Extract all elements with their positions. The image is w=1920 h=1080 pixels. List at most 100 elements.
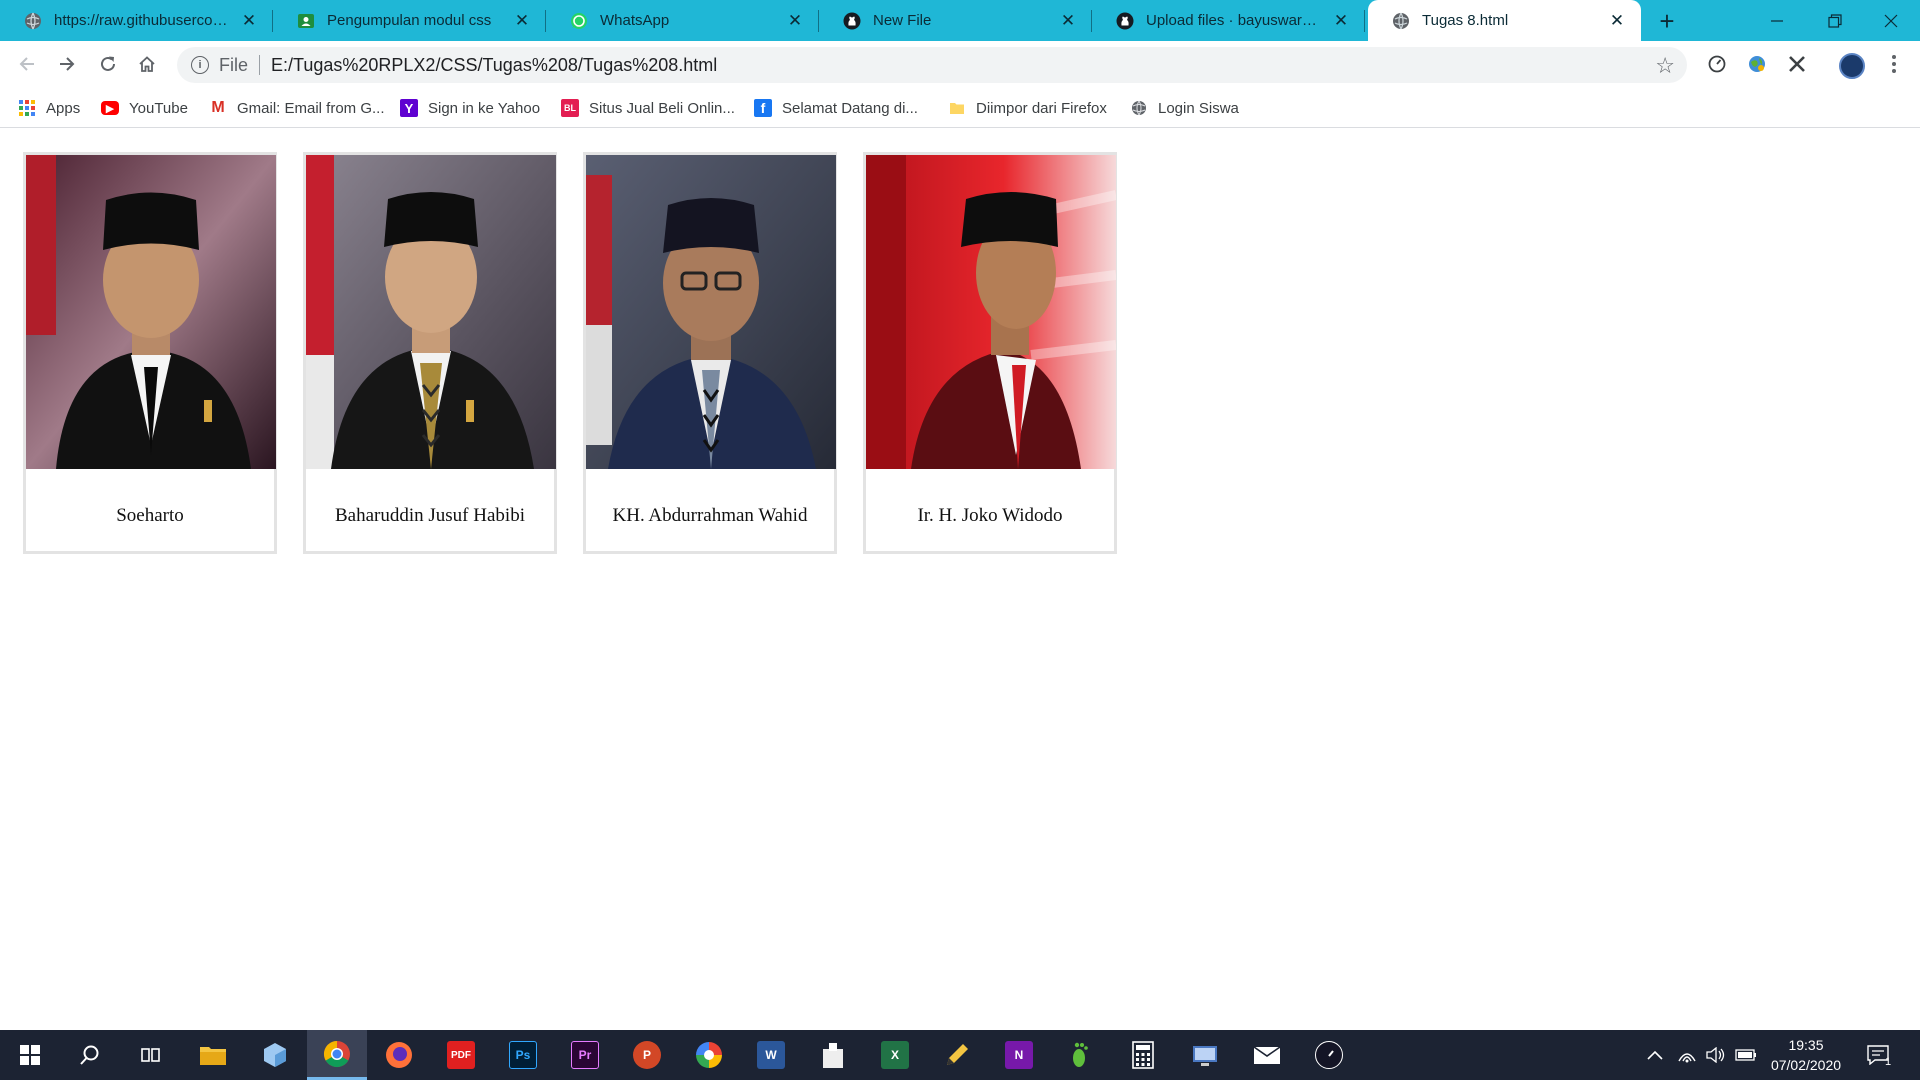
star-icon[interactable]: ☆ [1655, 53, 1675, 79]
taskbar-calculator[interactable] [1113, 1030, 1173, 1080]
tab-tugas-8[interactable]: Tugas 8.html ✕ [1368, 0, 1641, 41]
volume-icon [1706, 1047, 1725, 1063]
apps-grid-icon [18, 99, 36, 117]
notification-count: 1 [1885, 1056, 1892, 1068]
bookmark-yahoo[interactable]: Y Sign in ke Yahoo [400, 95, 540, 121]
close-icon[interactable]: ✕ [785, 11, 805, 31]
back-button[interactable] [10, 47, 44, 81]
notification-center[interactable]: 1 [1867, 1030, 1891, 1080]
president-card: Baharuddin Jusuf Habibi [303, 152, 557, 554]
taskbar-premiere[interactable]: Pr [555, 1030, 615, 1080]
tab-title: New File [873, 12, 932, 29]
close-icon[interactable]: ✕ [1607, 11, 1627, 31]
search-button[interactable] [60, 1030, 120, 1080]
tab-raw-github[interactable]: https://raw.githubusercontent.com ✕ [0, 0, 273, 41]
earth-icon [1749, 56, 1765, 72]
speedometer-icon [1708, 55, 1726, 73]
tab-pengumpulan[interactable]: Pengumpulan modul css ✕ [273, 0, 546, 41]
taskbar-clipboard[interactable] [803, 1030, 863, 1080]
bookmark-label: Selamat Datang di... [782, 99, 918, 117]
firefox-icon [385, 1041, 413, 1069]
onenote-icon: N [1005, 1041, 1033, 1069]
address-bar[interactable]: i File E:/Tugas%20RPLX2/CSS/Tugas%208/Tu… [177, 47, 1687, 83]
minimize-button[interactable] [1748, 0, 1806, 41]
tab-title: WhatsApp [600, 12, 670, 29]
mail-icon [1253, 1041, 1281, 1069]
page-content: Soeharto Baharuddin Jusuf Habibi KH. Abd… [0, 129, 1920, 1030]
tray-chevron[interactable] [1647, 1030, 1663, 1080]
tab-whatsapp[interactable]: WhatsApp ✕ [546, 0, 819, 41]
bookmark-facebook[interactable]: f Selamat Datang di... [754, 95, 918, 121]
youtube-icon: ▶ [101, 101, 119, 115]
home-button[interactable] [130, 47, 164, 81]
tray-wifi[interactable] [1678, 1030, 1696, 1080]
bookmark-situs-jual-beli[interactable]: BL Situs Jual Beli Onlin... [561, 95, 735, 121]
portrait-photo [866, 155, 1116, 469]
taskbar-excel[interactable]: X [865, 1030, 925, 1080]
profile-avatar[interactable] [1839, 53, 1865, 79]
calculator-icon [1129, 1041, 1157, 1069]
taskbar-speedtest[interactable] [1299, 1030, 1359, 1080]
bookmark-apps[interactable]: Apps [18, 95, 80, 121]
reload-button[interactable] [91, 47, 125, 81]
system-clock[interactable]: 19:35 07/02/2020 [1760, 1035, 1852, 1075]
tab-strip: https://raw.githubusercontent.com ✕ Peng… [0, 0, 1920, 41]
bookmark-login-siswa[interactable]: Login Siswa [1130, 95, 1239, 121]
taskbar-pdf[interactable]: PDF [431, 1030, 491, 1080]
menu-button[interactable] [1877, 47, 1911, 81]
address-url[interactable]: E:/Tugas%20RPLX2/CSS/Tugas%208/Tugas%208… [271, 55, 717, 76]
x-extension-icon [1789, 56, 1805, 72]
pdf-icon: PDF [447, 1041, 475, 1069]
taskbar-onenote[interactable]: N [989, 1030, 1049, 1080]
pencil-icon [943, 1041, 971, 1069]
clock-date: 07/02/2020 [1770, 1057, 1842, 1073]
taskbar-chrome[interactable] [307, 1030, 367, 1080]
task-view-button[interactable] [120, 1030, 180, 1080]
extension-globe[interactable] [1740, 47, 1774, 81]
taskbar-color-app[interactable] [679, 1030, 739, 1080]
close-icon[interactable]: ✕ [512, 11, 532, 31]
tray-volume[interactable] [1706, 1030, 1726, 1080]
taskbar-footprint-app[interactable] [1051, 1030, 1111, 1080]
taskbar-3d-builder[interactable] [245, 1030, 305, 1080]
forward-button[interactable] [50, 47, 84, 81]
new-tab-button[interactable]: + [1650, 4, 1684, 38]
president-card: Ir. H. Joko Widodo [863, 152, 1117, 554]
tab-new-file[interactable]: New File ✕ [819, 0, 1092, 41]
task-view-icon [141, 1048, 160, 1062]
taskbar-word[interactable]: W [741, 1030, 801, 1080]
bookmark-gmail[interactable]: M Gmail: Email from G... [209, 95, 384, 121]
excel-icon: X [881, 1041, 909, 1069]
restore-button[interactable] [1806, 0, 1864, 41]
facebook-icon: f [754, 99, 772, 117]
close-icon[interactable]: ✕ [1331, 11, 1351, 31]
extension-x[interactable] [1780, 47, 1814, 81]
search-icon [80, 1045, 99, 1065]
minimize-icon [1771, 19, 1783, 22]
portrait-photo [26, 155, 276, 469]
home-icon [139, 56, 155, 72]
tab-separator [1364, 10, 1365, 32]
close-window-button[interactable] [1862, 0, 1920, 41]
close-icon[interactable]: ✕ [1058, 11, 1078, 31]
taskbar-network-app[interactable] [1175, 1030, 1235, 1080]
extension-speedometer[interactable] [1700, 47, 1734, 81]
taskbar-pencil-app[interactable] [927, 1030, 987, 1080]
tab-upload-files[interactable]: Upload files · bayuswara/CSS ✕ [1092, 0, 1365, 41]
bookmark-label: Sign in ke Yahoo [428, 99, 541, 117]
bookmark-youtube[interactable]: ▶ YouTube [101, 95, 188, 121]
president-card: Soeharto [23, 152, 277, 554]
taskbar-firefox[interactable] [369, 1030, 429, 1080]
close-icon[interactable]: ✕ [239, 11, 259, 31]
taskbar-file-explorer[interactable] [183, 1030, 243, 1080]
bookmark-folder-firefox[interactable]: Diimpor dari Firefox [948, 95, 1107, 121]
start-button[interactable] [0, 1030, 60, 1080]
info-icon[interactable]: i [191, 56, 209, 74]
premiere-icon: Pr [571, 1041, 599, 1069]
bookmark-label: YouTube [129, 99, 188, 117]
taskbar-mail[interactable] [1237, 1030, 1297, 1080]
tray-battery[interactable] [1735, 1030, 1757, 1080]
taskbar-powerpoint[interactable]: P [617, 1030, 677, 1080]
taskbar-photoshop[interactable]: Ps [493, 1030, 553, 1080]
president-name: Soeharto [116, 505, 184, 526]
